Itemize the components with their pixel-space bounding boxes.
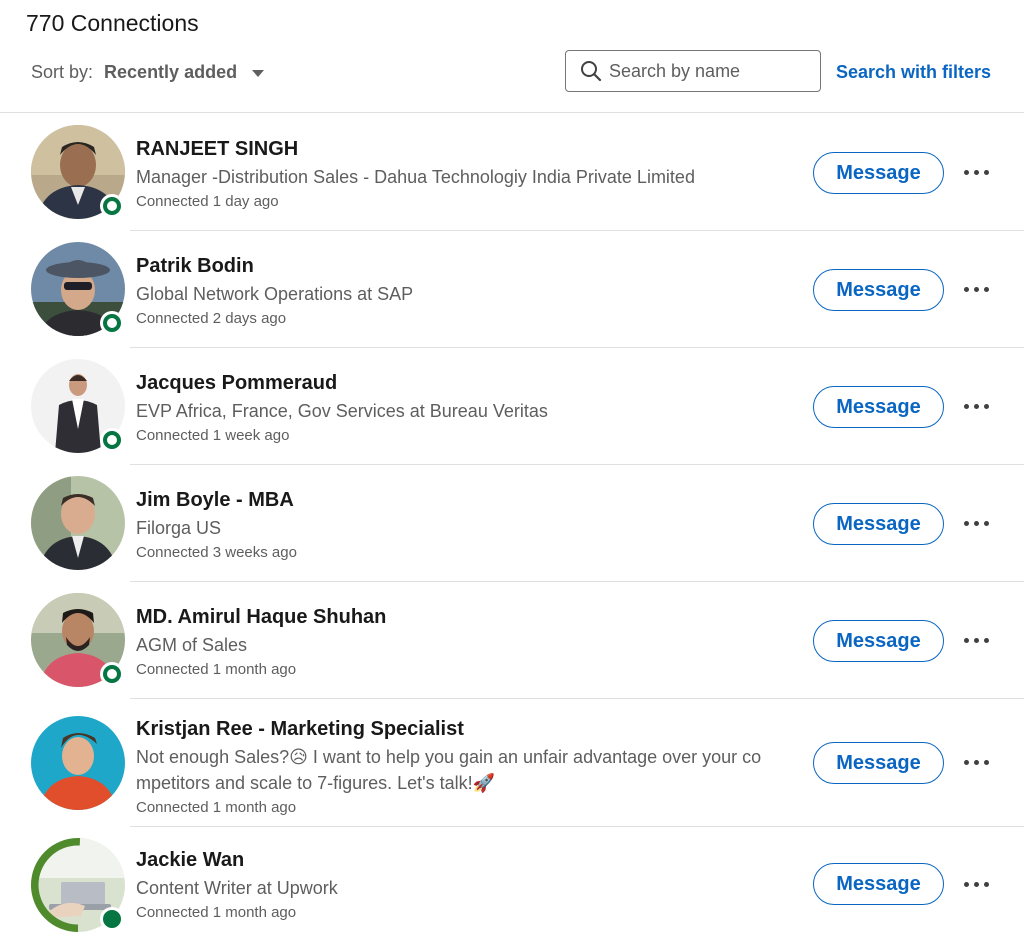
connection-headline: Not enough Sales?😥 I want to help you ga… (136, 747, 762, 793)
connection-name[interactable]: RANJEET SINGH (136, 136, 806, 162)
connected-time: Connected 1 week ago (136, 427, 290, 444)
connected-time: Connected 1 month ago (136, 661, 297, 678)
message-button[interactable]: Message (813, 742, 944, 784)
message-button[interactable]: Message (813, 863, 944, 905)
connection-row: Jim Boyle - MBA Filorga US Connected 3 w… (0, 465, 1024, 582)
connection-headline: Content Writer at Upwork (136, 878, 338, 898)
search-box[interactable] (565, 50, 821, 92)
more-options-icon[interactable] (958, 874, 994, 894)
connections-header: 770 Connections Sort by: Recently added … (0, 0, 1024, 113)
presence-indicator (100, 428, 124, 452)
sort-control[interactable]: Sort by: Recently added (31, 62, 265, 83)
connection-name[interactable]: Jim Boyle - MBA (136, 487, 806, 513)
presence-indicator (100, 907, 124, 931)
more-options-icon[interactable] (958, 279, 994, 299)
search-input[interactable] (609, 60, 809, 82)
connection-headline: Manager -Distribution Sales - Dahua Tech… (136, 167, 695, 187)
connection-name[interactable]: Jackie Wan (136, 847, 806, 873)
more-options-icon[interactable] (958, 162, 994, 182)
connected-time: Connected 1 month ago (136, 799, 297, 816)
connected-time: Connected 3 weeks ago (136, 544, 297, 561)
avatar[interactable] (31, 476, 125, 570)
avatar[interactable] (31, 716, 125, 810)
connection-name[interactable]: Kristjan Ree - Marketing Specialist (136, 716, 806, 742)
presence-indicator (100, 662, 124, 686)
message-button[interactable]: Message (813, 386, 944, 428)
connection-row: Kristjan Ree - Marketing Specialist Not … (0, 699, 1024, 827)
connected-time: Connected 2 days ago (136, 310, 287, 327)
more-options-icon[interactable] (958, 396, 994, 416)
presence-indicator (100, 311, 124, 335)
message-button[interactable]: Message (813, 152, 944, 194)
connection-row: Jacques Pommeraud EVP Africa, France, Go… (0, 348, 1024, 465)
connection-name[interactable]: Patrik Bodin (136, 253, 806, 279)
more-options-icon[interactable] (958, 513, 994, 533)
sort-value[interactable]: Recently added (104, 62, 237, 83)
more-options-icon[interactable] (958, 630, 994, 650)
connection-row: MD. Amirul Haque Shuhan AGM of Sales Con… (0, 582, 1024, 699)
connection-row: Patrik Bodin Global Network Operations a… (0, 231, 1024, 348)
connection-headline: AGM of Sales (136, 635, 248, 655)
message-button[interactable]: Message (813, 269, 944, 311)
more-options-icon[interactable] (958, 752, 994, 772)
connected-time: Connected 1 day ago (136, 193, 279, 210)
connection-name[interactable]: Jacques Pommeraud (136, 370, 806, 396)
connected-time: Connected 1 month ago (136, 904, 297, 921)
connection-headline: Global Network Operations at SAP (136, 284, 414, 304)
presence-indicator (100, 194, 124, 218)
connections-list: RANJEET SINGH Manager -Distribution Sale… (0, 114, 1024, 941)
page-title: 770 Connections (26, 10, 199, 36)
search-with-filters-link[interactable]: Search with filters (836, 62, 991, 83)
connection-headline: Filorga US (136, 518, 222, 538)
connection-row: Jackie Wan Content Writer at Upwork Conn… (0, 827, 1024, 941)
message-button[interactable]: Message (813, 620, 944, 662)
connection-row: RANJEET SINGH Manager -Distribution Sale… (0, 114, 1024, 231)
search-icon (581, 61, 602, 82)
connection-headline: EVP Africa, France, Gov Services at Bure… (136, 401, 548, 421)
sort-label: Sort by: (31, 62, 94, 82)
caret-down-icon[interactable] (252, 70, 265, 77)
message-button[interactable]: Message (813, 503, 944, 545)
connection-name[interactable]: MD. Amirul Haque Shuhan (136, 604, 806, 630)
